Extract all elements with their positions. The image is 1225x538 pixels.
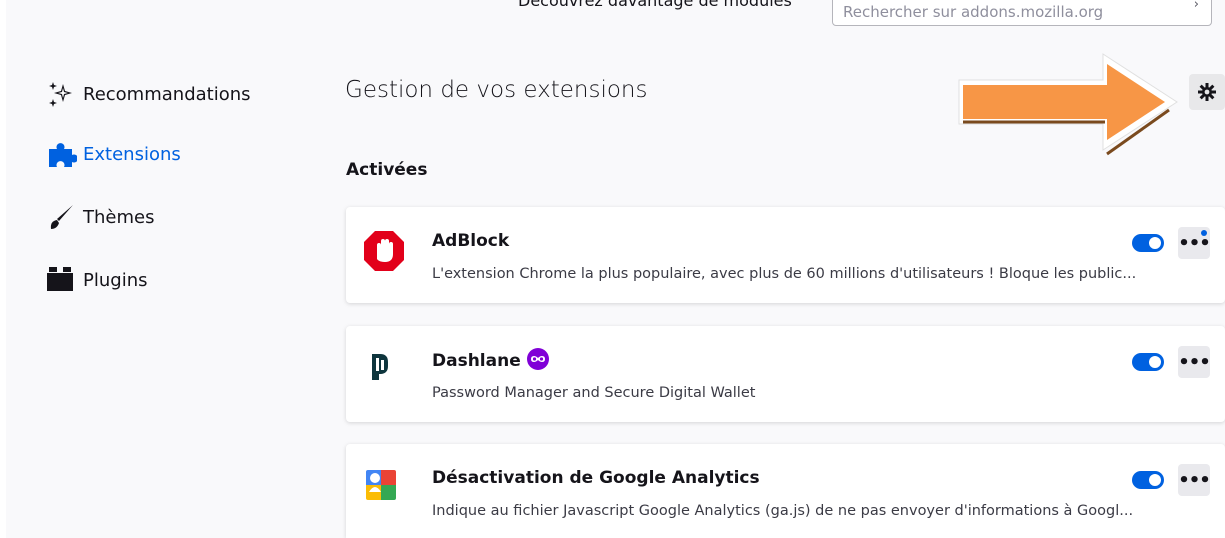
sidebar-item-label: Recommandations — [83, 83, 251, 105]
extension-more-options-button[interactable]: ••• — [1178, 227, 1211, 259]
puzzle-icon — [47, 138, 83, 170]
extension-more-options-button[interactable]: ••• — [1178, 346, 1211, 378]
sidebar-item-plugins[interactable]: Plugins — [47, 260, 147, 300]
sidebar-item-recommandations[interactable]: Recommandations — [47, 74, 251, 114]
sidebar-item-themes[interactable]: Thèmes — [47, 197, 154, 237]
extension-enable-toggle[interactable] — [1132, 471, 1164, 489]
sidebar-item-label: Plugins — [83, 269, 148, 291]
extension-name[interactable]: Désactivation de Google Analytics — [432, 468, 760, 488]
extension-description: L'extension Chrome la plus populaire, av… — [432, 266, 1137, 282]
extension-enable-toggle[interactable] — [1132, 353, 1164, 371]
addons-search-input[interactable] — [843, 2, 1163, 22]
discover-label: Découvrez davantage de modules — [518, 0, 792, 10]
search-arrow-icon[interactable]: › — [1194, 0, 1199, 12]
toggle-knob — [1149, 474, 1161, 486]
extension-description: Indique au fichier Javascript Google Ana… — [432, 503, 1134, 519]
sidebar-item-extensions[interactable]: Extensions — [47, 134, 181, 174]
top-bar: Découvrez davantage de modules › — [0, 0, 1225, 26]
extension-card-adblock[interactable]: AdBlock L'extension Chrome la plus popul… — [346, 207, 1225, 303]
more-options-icon: ••• — [1178, 351, 1211, 373]
notification-dot — [1201, 230, 1207, 236]
sidebar-item-label: Extensions — [83, 143, 181, 165]
plugin-block-icon — [47, 264, 83, 296]
extension-more-options-button[interactable]: ••• — [1178, 464, 1211, 496]
google-analytics-optout-icon — [364, 468, 398, 502]
private-browsing-badge-icon — [526, 348, 549, 370]
more-options-icon: ••• — [1178, 469, 1211, 491]
page-title: Gestion de vos extensions — [345, 77, 648, 103]
extension-description: Password Manager and Secure Digital Wall… — [432, 385, 756, 401]
extension-name-text: Dashlane — [432, 351, 521, 371]
annotation-arrow — [958, 53, 1178, 156]
adblock-hand-icon — [364, 231, 404, 271]
extension-name[interactable]: Dashlane — [432, 348, 549, 372]
sparkle-icon — [47, 78, 83, 110]
sidebar-item-label: Thèmes — [83, 206, 155, 228]
brush-icon — [47, 201, 83, 233]
addons-search-box[interactable]: › — [832, 0, 1212, 26]
extension-card-dashlane[interactable]: Dashlane Password Manager and Secure Dig… — [346, 326, 1225, 422]
toggle-knob — [1149, 356, 1161, 368]
dashlane-icon — [364, 350, 398, 384]
extension-card-google-analytics-optout[interactable]: Désactivation de Google Analytics Indiqu… — [346, 444, 1225, 538]
window-left-edge — [0, 0, 6, 538]
section-heading-enabled: Activées — [346, 160, 428, 180]
extension-enable-toggle[interactable] — [1132, 234, 1164, 252]
extension-name[interactable]: AdBlock — [432, 231, 509, 251]
toggle-knob — [1149, 237, 1161, 249]
gear-icon — [1198, 83, 1216, 101]
tools-gear-button[interactable] — [1189, 74, 1225, 110]
